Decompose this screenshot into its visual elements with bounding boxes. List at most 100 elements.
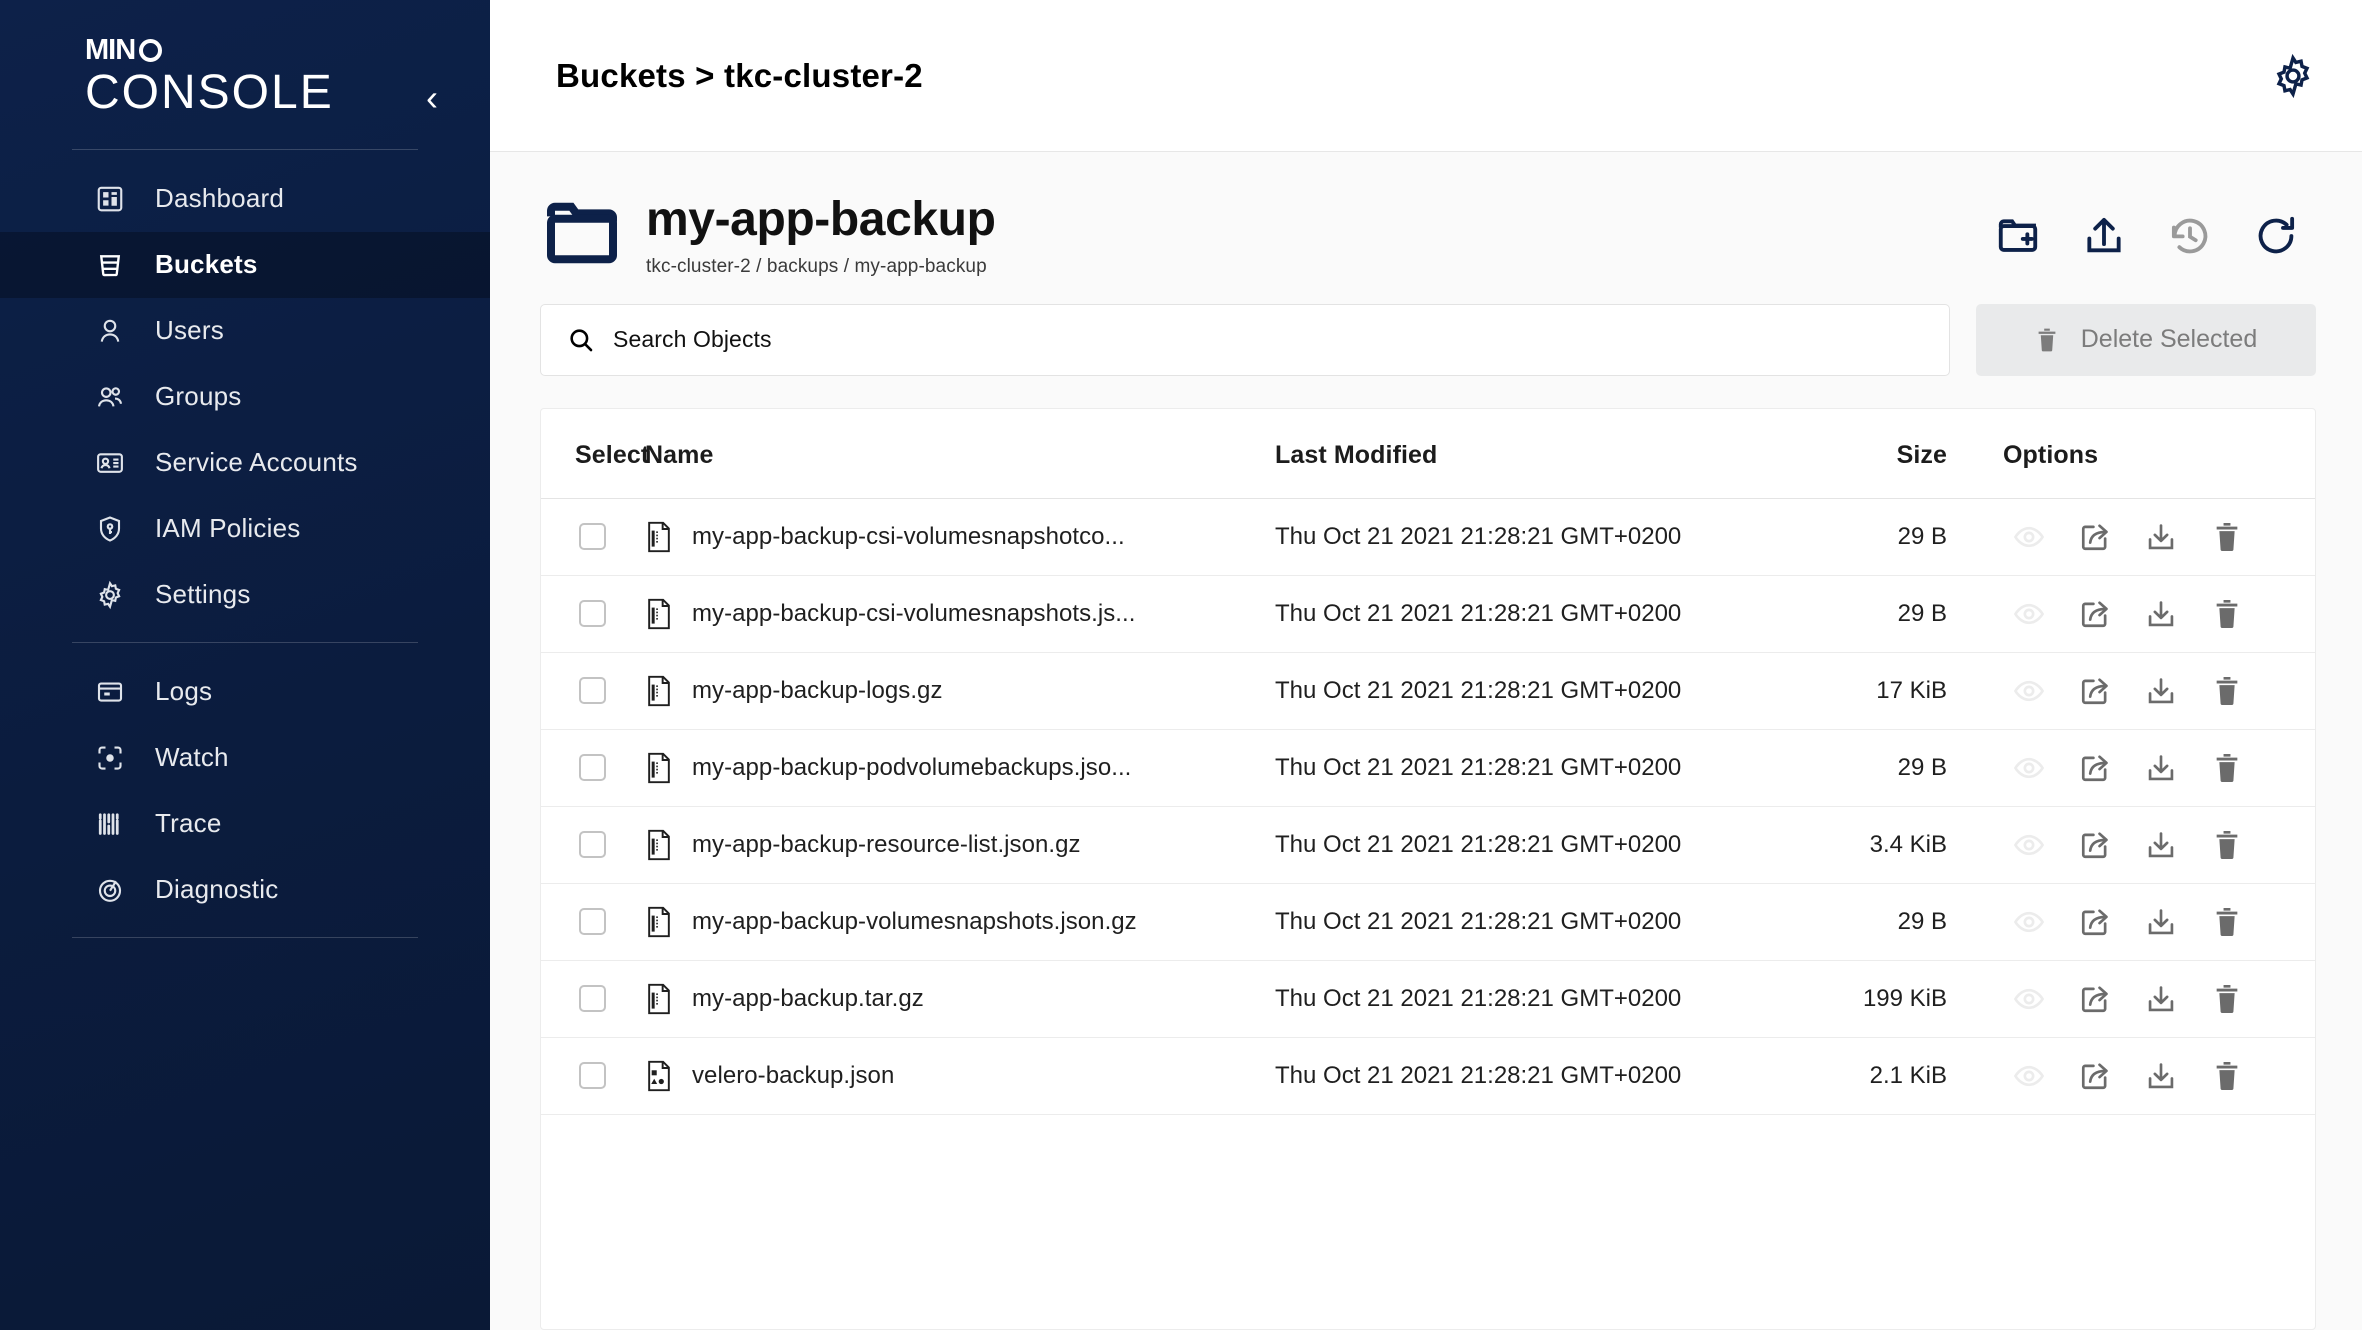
table-row[interactable]: my-app-backup-podvolumebackups.jso... Th… (541, 729, 2315, 807)
preview-button[interactable] (2013, 598, 2045, 630)
row-checkbox[interactable] (579, 600, 606, 628)
refresh-button[interactable] (2254, 214, 2298, 258)
sidebar-nav-primary: Dashboard Buckets Users Groups Service A… (0, 166, 490, 628)
delete-button[interactable] (2211, 675, 2243, 707)
share-button[interactable] (2079, 675, 2111, 707)
search-input[interactable] (613, 326, 1923, 354)
row-name-cell: my-app-backup-csi-volumesnapshotco... (645, 498, 1275, 575)
preview-button[interactable] (2013, 829, 2045, 861)
share-button[interactable] (2079, 829, 2111, 861)
table-row[interactable]: velero-backup.json Thu Oct 21 2021 21:28… (541, 1037, 2315, 1115)
row-checkbox[interactable] (579, 1062, 606, 1090)
bucket-icon (95, 250, 125, 280)
delete-button[interactable] (2211, 598, 2243, 630)
download-button[interactable] (2145, 829, 2177, 861)
version-history-button[interactable] (2168, 214, 2212, 258)
delete-button[interactable] (2211, 752, 2243, 784)
preview-button[interactable] (2013, 1060, 2045, 1092)
row-checkbox[interactable] (579, 754, 606, 782)
preview-button[interactable] (2013, 675, 2045, 707)
logo-o-ring (139, 39, 163, 62)
download-button[interactable] (2145, 675, 2177, 707)
row-name-cell: my-app-backup-csi-volumesnapshots.js... (645, 575, 1275, 652)
delete-button[interactable] (2211, 1060, 2243, 1092)
delete-button[interactable] (2211, 829, 2243, 861)
sidebar-item-service-accounts[interactable]: Service Accounts (0, 430, 490, 496)
download-button[interactable] (2145, 906, 2177, 938)
row-modified-cell: Thu Oct 21 2021 21:28:21 GMT+0200 (1275, 1061, 1682, 1089)
sidebar-header: MIN CONSOLE ‹ (0, 0, 490, 119)
logs-icon (95, 677, 125, 707)
delete-selected-button[interactable]: Delete Selected (1976, 303, 2316, 376)
logo-min-text: MIN (85, 34, 136, 66)
row-size-cell: 29 B (1897, 907, 1947, 935)
share-button[interactable] (2079, 906, 2111, 938)
table-row[interactable]: my-app-backup-csi-volumesnapshots.js... … (541, 575, 2315, 653)
content-area: my-app-backup tkc-cluster-2 / backups / … (490, 152, 2362, 1330)
row-checkbox[interactable] (579, 985, 606, 1013)
table-row[interactable]: my-app-backup-resource-list.json.gz Thu … (541, 806, 2315, 884)
dashboard-icon (95, 184, 125, 214)
row-modified-cell: Thu Oct 21 2021 21:28:21 GMT+0200 (1275, 907, 1682, 935)
sidebar-item-iam-policies[interactable]: IAM Policies (0, 496, 490, 562)
download-button[interactable] (2145, 598, 2177, 630)
share-button[interactable] (2079, 521, 2111, 553)
row-name-cell: my-app-backup-volumesnapshots.json.gz (645, 883, 1275, 960)
row-select-cell (541, 883, 645, 960)
delete-button[interactable] (2211, 521, 2243, 553)
file-code-icon (645, 752, 673, 784)
sidebar-item-groups[interactable]: Groups (0, 364, 490, 430)
sidebar-item-buckets[interactable]: Buckets (0, 231, 490, 298)
sidebar-item-watch[interactable]: Watch (0, 725, 490, 791)
share-button[interactable] (2079, 752, 2111, 784)
search-row: Delete Selected (540, 303, 2316, 376)
settings-gear-icon[interactable] (2270, 53, 2316, 99)
table-row[interactable]: my-app-backup.tar.gz Thu Oct 21 2021 21:… (541, 960, 2315, 1038)
column-header-options: Options (1985, 408, 2315, 499)
row-checkbox[interactable] (579, 523, 606, 551)
top-bar: Buckets > tkc-cluster-2 (490, 0, 2362, 152)
row-checkbox[interactable] (579, 908, 606, 936)
preview-button[interactable] (2013, 752, 2045, 784)
row-select-cell (541, 729, 645, 806)
preview-button[interactable] (2013, 521, 2045, 553)
sidebar-item-settings[interactable]: Settings (0, 562, 490, 628)
download-button[interactable] (2145, 752, 2177, 784)
row-modified-cell: Thu Oct 21 2021 21:28:21 GMT+0200 (1275, 522, 1682, 550)
download-button[interactable] (2145, 983, 2177, 1015)
row-file-name: my-app-backup-logs.gz (692, 676, 943, 704)
sidebar-item-diagnostic[interactable]: Diagnostic (0, 857, 490, 923)
page-title: my-app-backup (646, 193, 996, 246)
upload-button[interactable] (2082, 214, 2126, 258)
row-size-cell: 3.4 KiB (1869, 830, 1947, 858)
chevron-left-icon[interactable]: ‹ (426, 80, 438, 116)
table-row[interactable]: my-app-backup-csi-volumesnapshotco... Th… (541, 498, 2315, 576)
shield-key-icon (95, 514, 125, 544)
download-button[interactable] (2145, 521, 2177, 553)
objects-table: Select Name Last Modified Size Options m… (541, 408, 2315, 1115)
row-size-cell: 29 B (1897, 753, 1947, 781)
share-button[interactable] (2079, 598, 2111, 630)
search-objects-field[interactable] (540, 303, 1950, 376)
row-options-cell (1985, 575, 2315, 652)
sidebar-item-label: Trace (155, 808, 222, 839)
create-folder-button[interactable] (1996, 214, 2040, 258)
table-row[interactable]: my-app-backup-logs.gz Thu Oct 21 2021 21… (541, 652, 2315, 730)
delete-button[interactable] (2211, 906, 2243, 938)
row-size-cell: 17 KiB (1876, 676, 1947, 704)
share-button[interactable] (2079, 983, 2111, 1015)
sidebar-item-trace[interactable]: Trace (0, 791, 490, 857)
sidebar-item-users[interactable]: Users (0, 298, 490, 364)
preview-button[interactable] (2013, 983, 2045, 1015)
row-checkbox[interactable] (579, 831, 606, 859)
sidebar-item-label: Settings (155, 579, 251, 610)
delete-button[interactable] (2211, 983, 2243, 1015)
download-button[interactable] (2145, 1060, 2177, 1092)
row-size-cell: 199 KiB (1862, 984, 1947, 1012)
row-checkbox[interactable] (579, 677, 606, 705)
sidebar-item-logs[interactable]: Logs (0, 659, 490, 725)
sidebar-item-dashboard[interactable]: Dashboard (0, 166, 490, 232)
preview-button[interactable] (2013, 906, 2045, 938)
table-row[interactable]: my-app-backup-volumesnapshots.json.gz Th… (541, 883, 2315, 961)
share-button[interactable] (2079, 1060, 2111, 1092)
